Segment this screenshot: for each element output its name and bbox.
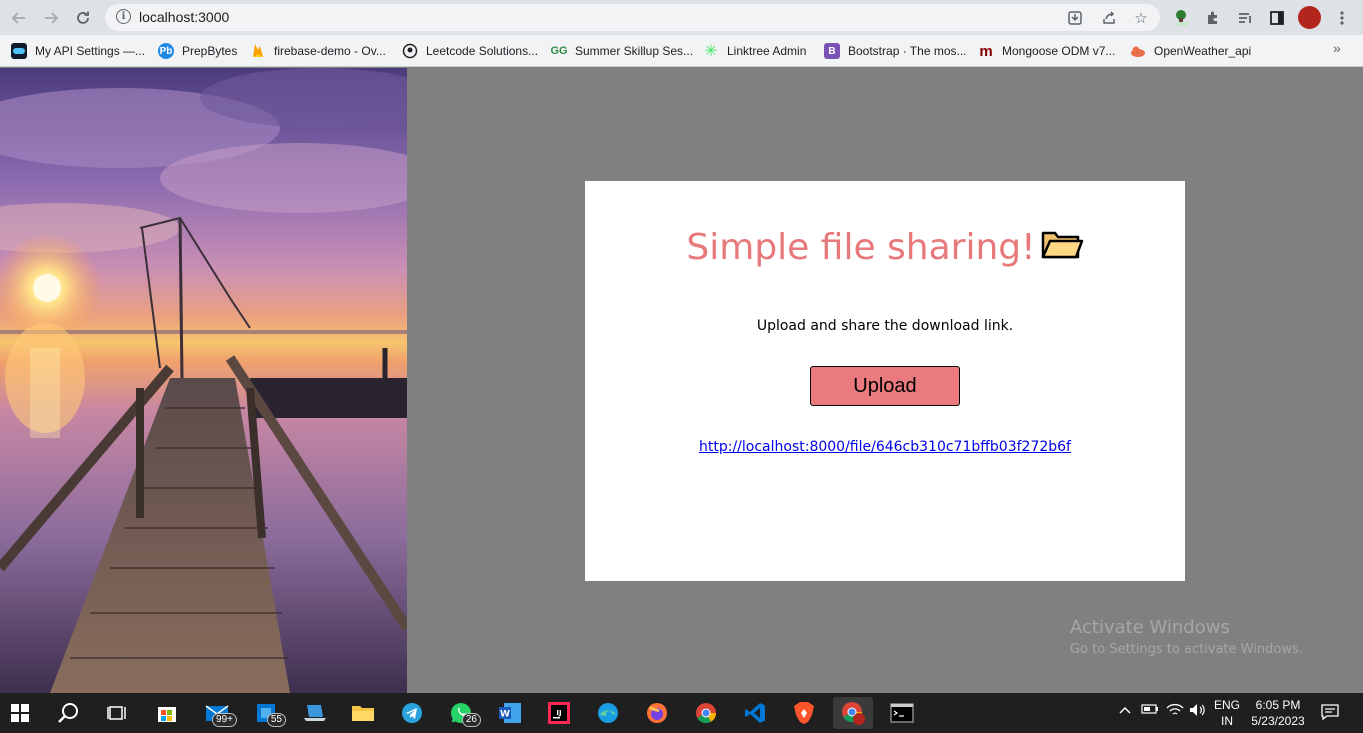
terminal-icon[interactable] (882, 697, 922, 729)
bookmarks-overflow-icon[interactable]: » (1333, 40, 1341, 56)
store-app-icon[interactable]: 55 (246, 697, 286, 729)
telegram-icon[interactable] (392, 697, 432, 729)
bookmark-label: Bootstrap · The mos... (848, 44, 967, 58)
file-explorer-icon[interactable] (343, 697, 383, 729)
extension-html-icon[interactable] (1169, 6, 1193, 30)
api-settings-icon (11, 43, 27, 59)
site-info-icon[interactable]: i (116, 9, 131, 24)
activate-windows-watermark: Activate Windows Go to Settings to activ… (1070, 617, 1303, 657)
edge-icon[interactable] (588, 697, 628, 729)
bookmark-item[interactable]: Leetcode Solutions... (402, 41, 538, 61)
openweather-icon (1130, 43, 1146, 59)
download-link[interactable]: http://localhost:8000/file/646cb310c71bf… (585, 439, 1185, 455)
laptop-app-icon[interactable] (295, 697, 335, 729)
bookmark-star-icon[interactable]: ☆ (1131, 8, 1151, 28)
firebase-icon (250, 43, 266, 59)
svg-text:W: W (500, 710, 510, 720)
mail-icon[interactable]: 99+ (197, 697, 237, 729)
battery-icon[interactable] (1141, 703, 1159, 718)
forward-arrow-icon[interactable] (39, 6, 63, 30)
bookmark-item[interactable]: Pb PrepBytes (158, 41, 237, 61)
bookmark-item[interactable]: ✳ Linktree Admin (703, 41, 806, 61)
bookmark-label: PrepBytes (182, 44, 238, 58)
svg-text:IJ: IJ (556, 709, 561, 717)
prepbytes-icon: Pb (158, 43, 174, 59)
clock-date: 5/23/2023 (1251, 714, 1305, 728)
vscode-icon[interactable] (735, 697, 775, 729)
bookmark-label: firebase-demo - Ov... (274, 44, 386, 58)
bookmark-label: Mongoose ODM v7... (1002, 44, 1116, 58)
address-url[interactable]: localhost:3000 (139, 9, 229, 25)
language-indicator[interactable]: ENG IN (1210, 698, 1244, 728)
firefox-icon[interactable] (637, 697, 677, 729)
task-view-icon[interactable] (97, 697, 137, 729)
bookmark-label: My API Settings —... (35, 44, 146, 58)
brave-icon[interactable] (784, 697, 824, 729)
language-code: ENG (1213, 698, 1240, 712)
bookmarks-bar: My API Settings —... Pb PrepBytes fireba… (0, 35, 1363, 67)
mongoose-icon: m (979, 42, 993, 60)
start-windows-icon[interactable] (0, 697, 40, 729)
bookmark-label: OpenWeather_api (1154, 44, 1252, 58)
upload-button[interactable]: Upload (810, 366, 960, 406)
linktree-icon: ✳ (704, 43, 718, 60)
page-subtitle: Upload and share the download link. (756, 318, 1014, 334)
whatsapp-icon[interactable]: 26 (441, 697, 481, 729)
address-bar[interactable]: i localhost:3000 ☆ (105, 4, 1160, 31)
watermark-title: Activate Windows (1070, 617, 1230, 638)
bookmark-label: Summer Skillup Ses... (575, 44, 694, 58)
bookmark-item[interactable]: OpenWeather_api (1130, 41, 1251, 61)
notifications-icon[interactable] (1321, 704, 1339, 723)
search-icon[interactable] (49, 697, 89, 729)
open-folder-icon (1040, 227, 1084, 261)
share-icon[interactable] (1099, 8, 1119, 28)
bookmark-item[interactable]: GG Summer Skillup Ses... (550, 41, 694, 61)
upload-card: Simple file sharing! Upload and share th… (585, 181, 1185, 581)
wifi-icon[interactable] (1166, 703, 1184, 720)
github-icon (402, 43, 418, 59)
intellij-icon[interactable]: IJ (539, 697, 579, 729)
side-panel-icon[interactable] (1265, 6, 1289, 30)
profile-avatar[interactable] (1298, 6, 1321, 29)
install-app-icon[interactable] (1065, 8, 1085, 28)
bookmark-item[interactable]: B Bootstrap · The mos... (824, 41, 967, 61)
watermark-subtitle: Go to Settings to activate Windows. (1070, 642, 1303, 657)
word-icon[interactable]: W (490, 697, 530, 729)
clock[interactable]: 6:05 PM 5/23/2023 (1248, 698, 1308, 728)
chrome-icon[interactable] (686, 697, 726, 729)
sunset-pier-image (0, 68, 407, 693)
mail-badge: 99+ (212, 713, 237, 727)
clock-time: 6:05 PM (1255, 698, 1301, 712)
browser-toolbar: i localhost:3000 ☆ (0, 0, 1363, 35)
region-code: IN (1221, 714, 1233, 728)
reading-list-icon[interactable] (1233, 6, 1257, 30)
geeksforgeeks-icon: GG (550, 45, 568, 57)
chrome-active-icon[interactable] (833, 697, 873, 729)
bookmark-item[interactable]: My API Settings —... (11, 41, 145, 61)
bootstrap-icon: B (824, 43, 840, 59)
page-title: Simple file sharing! (585, 227, 1185, 268)
bookmark-label: Linktree Admin (727, 44, 807, 58)
volume-icon[interactable] (1189, 703, 1207, 720)
reload-icon[interactable] (71, 6, 95, 30)
title-text: Simple file sharing! (686, 227, 1036, 268)
chevron-up-icon[interactable] (1118, 703, 1132, 718)
page-viewport: Simple file sharing! Upload and share th… (0, 68, 1363, 693)
store-badge: 55 (266, 713, 286, 727)
extensions-puzzle-icon[interactable] (1201, 6, 1225, 30)
microsoft-store-icon[interactable] (147, 697, 187, 729)
back-arrow-icon[interactable] (7, 6, 31, 30)
bookmark-item[interactable]: firebase-demo - Ov... (250, 41, 386, 61)
bookmark-item[interactable]: m Mongoose ODM v7... (978, 41, 1115, 61)
menu-kebab-icon[interactable] (1330, 6, 1354, 30)
windows-taskbar: 99+ 55 26 W IJ ENG IN 6:05 PM 5/23/2023 (0, 693, 1363, 733)
bookmark-label: Leetcode Solutions... (426, 44, 539, 58)
whatsapp-badge: 26 (461, 713, 481, 727)
